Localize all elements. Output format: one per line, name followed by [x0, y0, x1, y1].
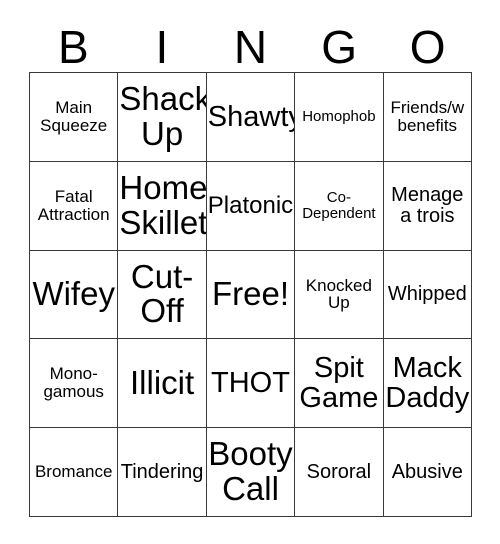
bingo-cell-label: Homophob [302, 108, 376, 126]
bingo-cell-label: Booty Call [208, 435, 293, 508]
bingo-cell-label: Menage a trois [391, 183, 464, 227]
bingo-cell-label: Main Squeeze [40, 98, 108, 135]
bingo-grid: Main Squeeze Shack Up Shawty Homophob Fr… [29, 72, 472, 517]
bingo-cell-i1[interactable]: Shack Up [118, 73, 207, 162]
bingo-cell-b4[interactable]: Mono- gamous [30, 339, 119, 429]
bingo-cell-label: Whipped [387, 282, 467, 305]
bingo-cell-label: Spit Game [299, 351, 379, 415]
bingo-header-letter-n: N [233, 21, 268, 73]
bingo-cell-label: Illicit [130, 363, 195, 401]
bingo-cell-label: Co- Dependent [302, 188, 376, 222]
bingo-cell-b2[interactable]: Fatal Attraction [30, 161, 119, 251]
bingo-cell-o3[interactable]: Whipped [383, 250, 472, 340]
bingo-header-letter-b: B [57, 21, 89, 73]
bingo-cell-o4[interactable]: Mack Daddy [383, 339, 472, 429]
bingo-cell-i2[interactable]: Home Skillet [118, 161, 207, 251]
bingo-cell-o2[interactable]: Menage a trois [383, 161, 472, 251]
bingo-cell-label: Shawty [207, 100, 296, 133]
bingo-cell-label: THOT [211, 367, 290, 400]
bingo-cell-o5[interactable]: Abusive [383, 428, 472, 517]
bingo-cell-b3[interactable]: Wifey [30, 250, 119, 340]
bingo-header-row: B I N G O [29, 16, 472, 71]
bingo-cell-label: Shack Up [119, 80, 207, 152]
bingo-card: B I N G O Main Squeeze Shack Up Shawty H… [0, 0, 500, 544]
bingo-cell-label: Home Skillet [119, 169, 207, 241]
bingo-cell-g2[interactable]: Co- Dependent [295, 161, 384, 251]
bingo-cell-label: Fatal Attraction [37, 186, 110, 224]
bingo-cell-n5[interactable]: Booty Call [206, 428, 296, 517]
bingo-header-letter-g: G [321, 21, 357, 73]
bingo-cell-label: Abusive [391, 460, 463, 483]
bingo-cell-g3[interactable]: Knocked Up [295, 250, 384, 340]
bingo-cell-label: Friends/w benefits [390, 98, 465, 135]
bingo-cell-label: Bromance [34, 462, 113, 482]
bingo-cell-g4[interactable]: Spit Game [295, 339, 384, 429]
bingo-cell-free-space[interactable]: Free! [206, 250, 296, 340]
bingo-cell-label: Platonic [207, 192, 294, 220]
bingo-cell-n1[interactable]: Shawty [206, 73, 296, 162]
bingo-free-space-label: Free! [211, 275, 289, 313]
bingo-cell-label: Knocked Up [305, 275, 372, 313]
bingo-cell-n2[interactable]: Platonic [206, 161, 296, 251]
bingo-cell-g1[interactable]: Homophob [295, 73, 384, 162]
bingo-cell-label: Mono- gamous [43, 364, 104, 402]
bingo-cell-b1[interactable]: Main Squeeze [30, 73, 119, 162]
bingo-cell-label: Sororal [306, 460, 372, 483]
bingo-cell-i3[interactable]: Cut- Off [118, 250, 207, 340]
bingo-cell-label: Wifey [32, 275, 115, 313]
bingo-cell-b5[interactable]: Bromance [30, 428, 119, 517]
bingo-cell-label: Mack Daddy [385, 351, 470, 415]
bingo-header-letter-o: O [409, 21, 446, 73]
bingo-cell-n4[interactable]: THOT [206, 339, 296, 429]
bingo-cell-i4[interactable]: Illicit [118, 339, 207, 429]
bingo-cell-o1[interactable]: Friends/w benefits [383, 73, 472, 162]
bingo-cell-i5[interactable]: Tindering [118, 428, 207, 517]
bingo-cell-label: Tindering [120, 460, 204, 483]
bingo-cell-label: Cut- Off [130, 257, 194, 330]
bingo-header-letter-i: I [155, 21, 169, 73]
bingo-cell-g5[interactable]: Sororal [295, 428, 384, 517]
